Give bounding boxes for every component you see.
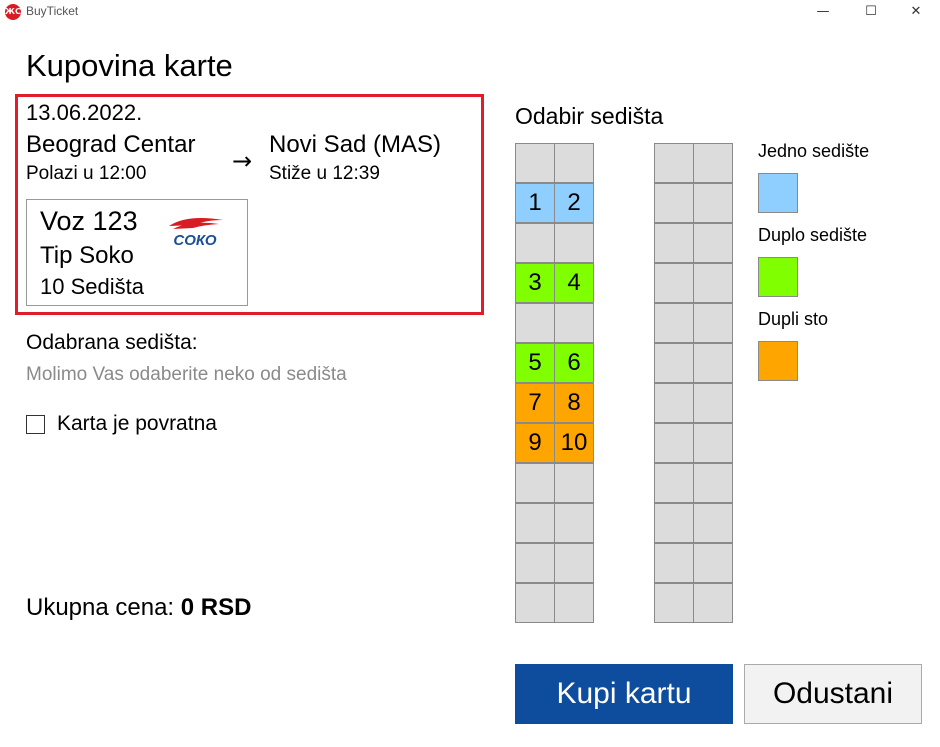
return-ticket-checkbox[interactable] xyxy=(26,415,45,434)
empty-seat[interactable] xyxy=(693,263,733,303)
trip-date: 13.06.2022. xyxy=(26,100,143,125)
empty-seat[interactable] xyxy=(554,543,594,583)
empty-seat[interactable] xyxy=(654,383,694,423)
empty-seat[interactable] xyxy=(693,143,733,183)
selected-seats-hint: Molimo Vas odaberite neko od sedišta xyxy=(26,364,347,385)
empty-seat[interactable] xyxy=(515,583,555,623)
legend-table-swatch xyxy=(758,341,798,381)
empty-seat[interactable] xyxy=(654,423,694,463)
window-title: BuyTicket xyxy=(26,4,79,18)
arrival-time: Stiže u 12:39 xyxy=(269,163,380,184)
empty-seat[interactable] xyxy=(693,343,733,383)
empty-seat[interactable] xyxy=(654,143,694,183)
legend-table-label: Dupli sto xyxy=(758,309,829,329)
total-price-label: Ukupna cena: xyxy=(26,594,181,621)
seat-4[interactable]: 4 xyxy=(554,263,594,303)
minimize-button[interactable]: — xyxy=(800,0,846,24)
seat-7[interactable]: 7 xyxy=(515,383,555,423)
empty-seat[interactable] xyxy=(693,543,733,583)
selected-seats-label: Odabrana sedišta: xyxy=(26,331,198,354)
empty-seat[interactable] xyxy=(693,303,733,343)
empty-seat[interactable] xyxy=(693,463,733,503)
empty-seat[interactable] xyxy=(554,503,594,543)
arrival-station: Novi Sad (MAS) xyxy=(269,131,442,158)
empty-seat[interactable] xyxy=(515,543,555,583)
cancel-button[interactable]: Odustani xyxy=(744,664,922,724)
maximize-button[interactable]: ☐ xyxy=(848,0,894,24)
seat-2[interactable]: 2 xyxy=(554,183,594,223)
seat-10[interactable]: 10 xyxy=(554,423,594,463)
seat-9[interactable]: 9 xyxy=(515,423,555,463)
empty-seat[interactable] xyxy=(654,303,694,343)
empty-seat[interactable] xyxy=(554,303,594,343)
return-ticket-label[interactable]: Karta je povratna xyxy=(57,412,217,436)
seat-6[interactable]: 6 xyxy=(554,343,594,383)
empty-seat[interactable] xyxy=(654,263,694,303)
total-price: Ukupna cena: 0 RSD xyxy=(26,594,251,622)
empty-seat[interactable] xyxy=(693,383,733,423)
app-logo-icon: ЖС xyxy=(5,4,21,20)
legend-single-label: Jedno sedište xyxy=(758,141,870,161)
empty-seat[interactable] xyxy=(515,223,555,263)
legend-double-label: Duplo sedište xyxy=(758,225,868,245)
departure-time: Polazi u 12:00 xyxy=(26,163,147,184)
empty-seat[interactable] xyxy=(693,183,733,223)
seat-8[interactable]: 8 xyxy=(554,383,594,423)
empty-seat[interactable] xyxy=(554,223,594,263)
close-button[interactable]: ✕ xyxy=(893,0,939,24)
empty-seat[interactable] xyxy=(515,463,555,503)
empty-seat[interactable] xyxy=(515,143,555,183)
empty-seat[interactable] xyxy=(654,183,694,223)
empty-seat[interactable] xyxy=(654,543,694,583)
empty-seat[interactable] xyxy=(515,503,555,543)
seat-3[interactable]: 3 xyxy=(515,263,555,303)
legend-single-swatch xyxy=(758,173,798,213)
empty-seat[interactable] xyxy=(515,303,555,343)
empty-seat[interactable] xyxy=(554,583,594,623)
buy-ticket-button[interactable]: Kupi kartu xyxy=(515,664,733,724)
empty-seat[interactable] xyxy=(693,503,733,543)
train-type: Tip Soko xyxy=(40,242,134,269)
page-title: Kupovina karte xyxy=(26,48,233,83)
empty-seat[interactable] xyxy=(693,223,733,263)
train-card: Voz 123 Tip Soko 10 Sedišta СОКО xyxy=(26,199,248,306)
empty-seat[interactable] xyxy=(654,503,694,543)
train-seat-count: 10 Sedišta xyxy=(40,274,144,299)
soko-logo-icon: СОКО xyxy=(165,214,227,249)
empty-seat[interactable] xyxy=(654,343,694,383)
total-price-value: 0 RSD xyxy=(180,594,252,621)
seat-1[interactable]: 1 xyxy=(515,183,555,223)
empty-seat[interactable] xyxy=(693,423,733,463)
arrow-right-icon: → xyxy=(232,147,253,175)
empty-seat[interactable] xyxy=(693,583,733,623)
empty-seat[interactable] xyxy=(654,583,694,623)
empty-seat[interactable] xyxy=(654,463,694,503)
empty-seat[interactable] xyxy=(554,143,594,183)
seat-5[interactable]: 5 xyxy=(515,343,555,383)
empty-seat[interactable] xyxy=(554,463,594,503)
title-bar: ЖС BuyTicket — ☐ ✕ xyxy=(0,0,940,24)
empty-seat[interactable] xyxy=(654,223,694,263)
logo-text: СОКО xyxy=(173,232,217,248)
legend-double-swatch xyxy=(758,257,798,297)
seat-selection-title: Odabir sedišta xyxy=(515,103,664,129)
train-name: Voz 123 xyxy=(40,206,138,236)
departure-station: Beograd Centar xyxy=(26,131,196,158)
